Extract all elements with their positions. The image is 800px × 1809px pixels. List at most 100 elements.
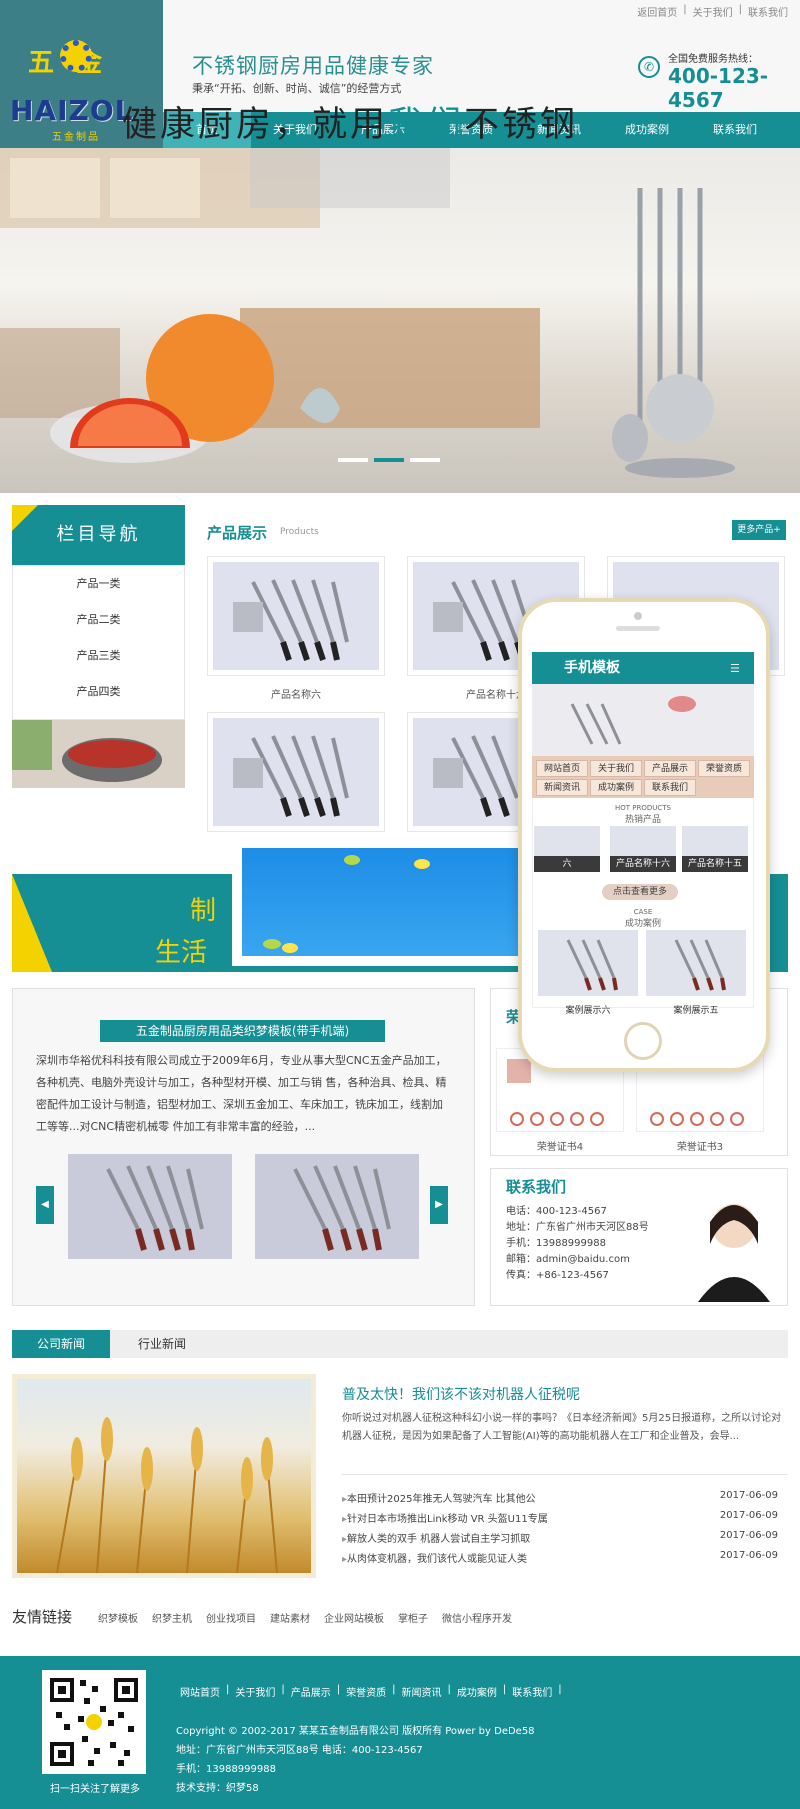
product-image bbox=[213, 718, 379, 826]
friend-link[interactable]: 织梦主机 bbox=[152, 1610, 192, 1625]
mobile-product-name[interactable]: 六 bbox=[534, 856, 600, 872]
chevron-right-icon[interactable]: ▶ bbox=[430, 1186, 448, 1224]
news-item-title[interactable]: 解放人类的双手 机器人尝试自主学习抓取 bbox=[342, 1530, 530, 1545]
nav-cases[interactable]: 成功案例 bbox=[603, 112, 691, 148]
news-item-date: 2017-06-09 bbox=[719, 1550, 778, 1561]
column-nav-item[interactable]: 产品二类 bbox=[13, 602, 184, 638]
phone-camera bbox=[634, 612, 642, 620]
news-item-title[interactable]: 从肉体变机器，我们该代人或能见证人类 bbox=[342, 1550, 527, 1565]
footer-nav-item[interactable]: 关于我们 bbox=[235, 1684, 275, 1699]
logo-en-text: HAIZOL bbox=[10, 94, 134, 127]
mobile-case-name[interactable]: 案例展示六 bbox=[538, 1003, 638, 1016]
contact-fax: 传真：+86-123-4567 bbox=[506, 1270, 609, 1281]
mobile-case-image[interactable] bbox=[538, 930, 638, 996]
mobile-nav-item[interactable]: 成功案例 bbox=[590, 779, 642, 796]
mobile-nav-item[interactable]: 产品展示 bbox=[644, 760, 696, 777]
column-nav-accent bbox=[12, 505, 38, 531]
leaves-illustration bbox=[263, 855, 545, 953]
news-headline[interactable]: 普及太快！我们该不该对机器人征税呢 bbox=[342, 1384, 580, 1404]
certificate-name[interactable]: 荣誉证书3 bbox=[636, 1138, 764, 1153]
mobile-nav-item[interactable]: 网站首页 bbox=[536, 760, 588, 777]
banner-headline-highlight: 我们 bbox=[388, 105, 465, 145]
news-featured-image[interactable] bbox=[12, 1374, 316, 1578]
column-nav-item[interactable]: 产品四类 bbox=[13, 674, 184, 710]
friend-link[interactable]: 建站素材 bbox=[270, 1610, 310, 1625]
friend-link[interactable]: 微信小程序开发 bbox=[442, 1610, 512, 1625]
footer-nav-item[interactable]: 成功案例 bbox=[457, 1684, 497, 1699]
news-divider bbox=[342, 1474, 788, 1475]
mobile-product-name[interactable]: 产品名称十五 bbox=[682, 856, 748, 872]
footer-nav-item[interactable]: 新闻资讯 bbox=[402, 1684, 442, 1699]
banner-dot-3[interactable] bbox=[410, 458, 440, 462]
top-link-contact[interactable]: 联系我们 bbox=[748, 4, 788, 19]
more-products-button[interactable]: 更多产品+ bbox=[732, 520, 786, 540]
banner-dot-2[interactable] bbox=[374, 458, 404, 462]
contact-email: 邮箱：admin@baidu.com bbox=[506, 1254, 630, 1265]
tab-company-news[interactable]: 公司新闻 bbox=[12, 1330, 110, 1358]
phone-icon: ✆ bbox=[638, 56, 660, 78]
mobile-nav-item[interactable]: 荣誉资质 bbox=[698, 760, 750, 777]
mobile-nav-item[interactable]: 联系我们 bbox=[644, 779, 696, 796]
news-item-date: 2017-06-09 bbox=[719, 1490, 778, 1501]
footer-nav-item[interactable]: 联系我们 bbox=[512, 1684, 552, 1699]
about-title[interactable]: 五金制品厨房用品类织梦模板(带手机端) bbox=[100, 1020, 385, 1042]
hero-banner[interactable] bbox=[0, 148, 800, 493]
column-nav-list: 产品一类 产品二类 产品三类 产品四类 bbox=[12, 565, 185, 720]
footer-nav-item[interactable]: 网站首页 bbox=[180, 1684, 220, 1699]
about-gallery-image[interactable] bbox=[68, 1154, 232, 1259]
contact-mobile: 手机：13988999988 bbox=[506, 1238, 606, 1249]
nav-contact[interactable]: 联系我们 bbox=[691, 112, 779, 148]
mobile-case-name[interactable]: 案例展示五 bbox=[646, 1003, 746, 1016]
mobile-nav-item[interactable]: 关于我们 bbox=[590, 760, 642, 777]
footer-nav-item[interactable]: 产品展示 bbox=[291, 1684, 331, 1699]
friend-link[interactable]: 织梦模板 bbox=[98, 1610, 138, 1625]
product-name[interactable]: 产品名称六 bbox=[207, 686, 385, 701]
menu-icon[interactable]: ☰ bbox=[730, 662, 740, 675]
phone-speaker bbox=[616, 626, 660, 631]
top-link-about[interactable]: 关于我们 bbox=[693, 4, 733, 19]
qr-code bbox=[42, 1670, 146, 1774]
friend-link[interactable]: 企业网站模板 bbox=[324, 1610, 384, 1625]
mobile-hot-products-heading: HOT PRODUCTS 热销产品 bbox=[532, 804, 754, 825]
mobile-header-title: 手机模板 bbox=[532, 652, 754, 684]
mobile-product-name[interactable]: 产品名称十六 bbox=[610, 856, 676, 872]
tab-industry-news[interactable]: 行业新闻 bbox=[120, 1330, 204, 1358]
contact-phone: 电话：400-123-4567 bbox=[506, 1206, 607, 1217]
mobile-more-button[interactable]: 点击查看更多 bbox=[602, 884, 678, 900]
column-nav-item[interactable]: 产品一类 bbox=[13, 566, 184, 602]
products-subtitle: Products bbox=[280, 527, 319, 537]
mobile-hot-cn: 热销产品 bbox=[624, 815, 661, 825]
friend-link[interactable]: 创业找项目 bbox=[206, 1610, 256, 1625]
friend-link[interactable]: 掌柜子 bbox=[398, 1610, 428, 1625]
news-list-item[interactable]: 本田预计2025年推无人驾驶汽车 比其他公 2017-06-09 bbox=[342, 1490, 778, 1505]
about-gallery-image[interactable] bbox=[255, 1154, 419, 1259]
mobile-banner[interactable] bbox=[532, 684, 754, 756]
chevron-left-icon[interactable]: ◀ bbox=[36, 1186, 54, 1224]
product-card[interactable] bbox=[207, 712, 385, 832]
news-item-title[interactable]: 本田预计2025年推无人驾驶汽车 比其他公 bbox=[342, 1490, 536, 1505]
product-card[interactable] bbox=[207, 556, 385, 676]
news-list-item[interactable]: 解放人类的双手 机器人尝试自主学习抓取 2017-06-09 bbox=[342, 1530, 778, 1545]
slogan: 不锈钢厨房用品健康专家 bbox=[192, 54, 434, 78]
footer-nav-item[interactable]: 荣誉资质 bbox=[346, 1684, 386, 1699]
top-link-home[interactable]: 返回首页 bbox=[637, 4, 677, 19]
news-item-date: 2017-06-09 bbox=[719, 1530, 778, 1541]
footer-address: 地址：广东省广州市天河区88号 电话：400-123-4567 bbox=[176, 1745, 423, 1756]
footer-copyright: Copyright © 2002-2017 某某五金制品有限公司 版权所有 Po… bbox=[176, 1726, 535, 1737]
banner-dot-1[interactable] bbox=[338, 458, 368, 462]
phone-home-button[interactable] bbox=[624, 1022, 662, 1060]
product-image bbox=[213, 562, 379, 670]
mobile-case-image[interactable] bbox=[646, 930, 746, 996]
news-list-item[interactable]: 从肉体变机器，我们该代人或能见证人类 2017-06-09 bbox=[342, 1550, 778, 1565]
motto: 秉承“开拓、创新、时尚、诚信”的经营方式 bbox=[192, 82, 402, 95]
column-nav-item[interactable]: 产品三类 bbox=[13, 638, 184, 674]
wheat-illustration bbox=[56, 1417, 278, 1573]
certificate-name[interactable]: 荣誉证书4 bbox=[496, 1138, 624, 1153]
news-item-title[interactable]: 针对日本市场推出Link移动 VR 头盔U11专属 bbox=[342, 1510, 548, 1525]
mobile-nav: 网站首页 关于我们 产品展示 荣誉资质 新闻资讯 成功案例 联系我们 bbox=[532, 756, 754, 798]
banner-headline-post: 不锈钢 bbox=[464, 105, 579, 145]
wok-image bbox=[12, 720, 185, 788]
news-list-item[interactable]: 针对日本市场推出Link移动 VR 头盔U11专属 2017-06-09 bbox=[342, 1510, 778, 1525]
mobile-nav-item[interactable]: 新闻资讯 bbox=[536, 779, 588, 796]
hotline-number: 400-123-4567 bbox=[668, 64, 769, 112]
